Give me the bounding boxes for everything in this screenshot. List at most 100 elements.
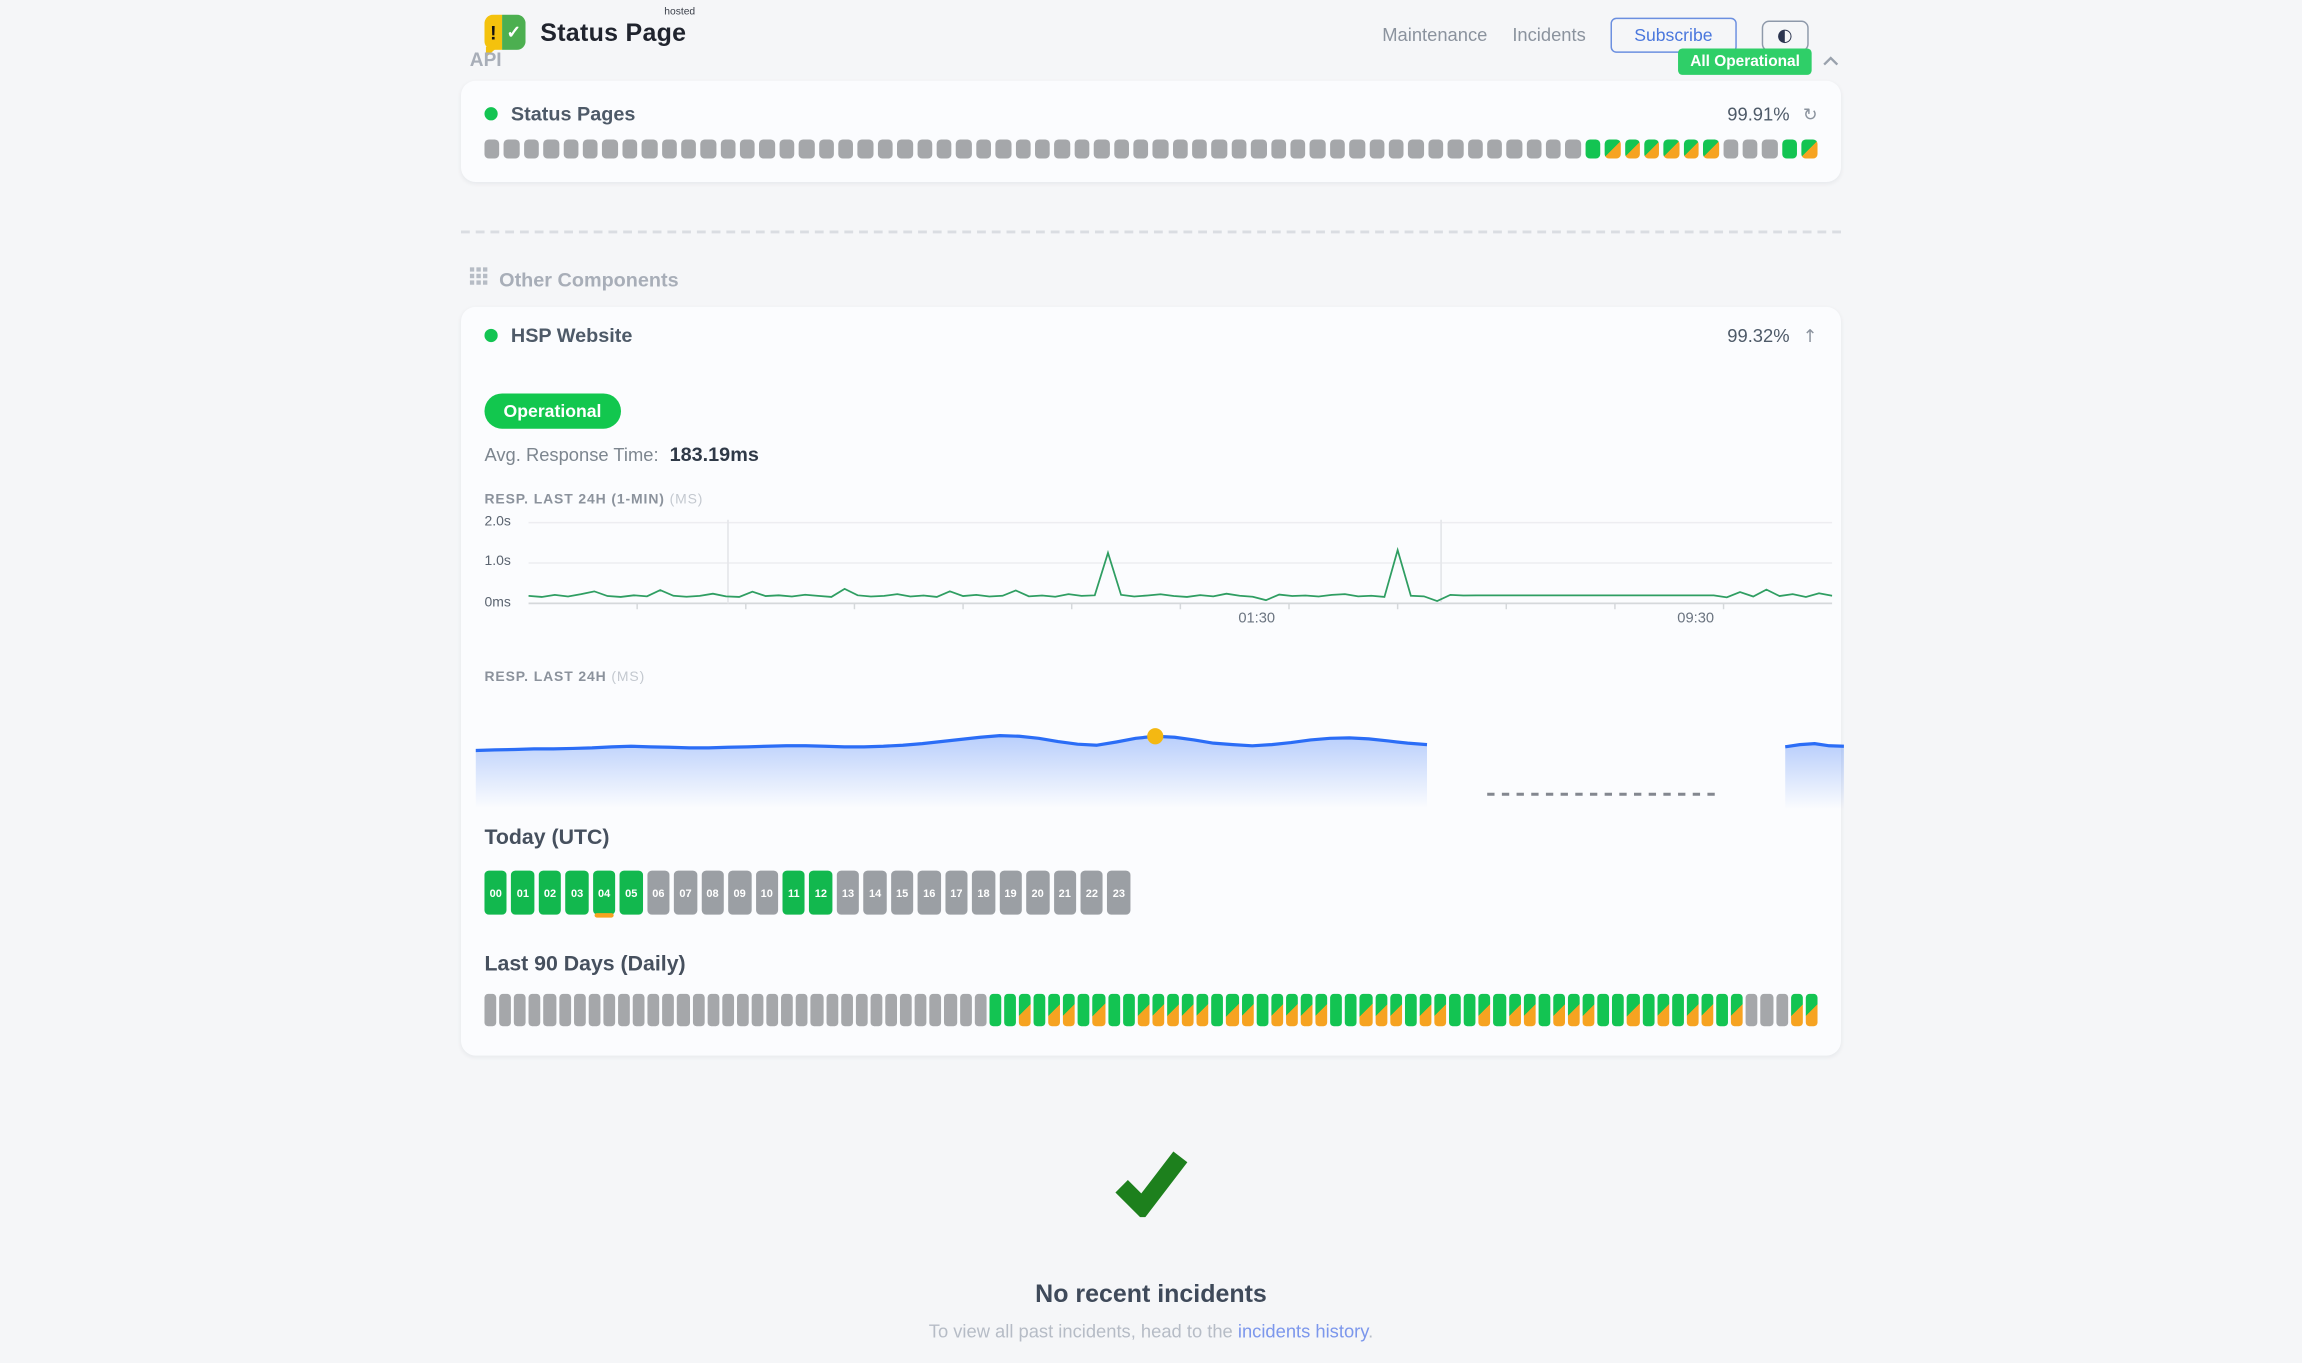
uptime-bar-nodata[interactable] <box>1212 139 1227 158</box>
uptime-bar-nodata[interactable] <box>937 139 952 158</box>
uptime-bar-partial[interactable] <box>1523 994 1535 1026</box>
uptime-bar-partial[interactable] <box>1627 994 1639 1026</box>
hour-block-13[interactable]: 13 <box>837 871 860 915</box>
response-time-line-chart[interactable]: 2.0s 1.0s 0ms 01:30 09:30 <box>484 514 1817 640</box>
uptime-bar-nodata[interactable] <box>752 994 764 1026</box>
overall-status-badge[interactable]: All Operational <box>1679 48 1812 74</box>
uptime-bar-nodata[interactable] <box>766 994 778 1026</box>
uptime-bar-nodata[interactable] <box>740 139 755 158</box>
uptime-bar-up[interactable] <box>1212 994 1224 1026</box>
uptime-bar-partial[interactable] <box>1605 139 1620 158</box>
uptime-bar-partial[interactable] <box>1063 994 1075 1026</box>
uptime-bar-nodata[interactable] <box>543 139 558 158</box>
uptime-bar-nodata[interactable] <box>959 994 971 1026</box>
uptime-bar-nodata[interactable] <box>915 994 927 1026</box>
uptime-bar-partial[interactable] <box>1479 994 1491 1026</box>
uptime-bar-partial[interactable] <box>1241 994 1253 1026</box>
uptime-bar-nodata[interactable] <box>642 139 657 158</box>
uptime-bar-nodata[interactable] <box>692 994 704 1026</box>
uptime-bar-nodata[interactable] <box>677 994 689 1026</box>
uptime-bar-nodata[interactable] <box>930 994 942 1026</box>
uptime-bar-nodata[interactable] <box>799 139 814 158</box>
uptime-bar-nodata[interactable] <box>1015 139 1030 158</box>
uptime-bar-nodata[interactable] <box>1153 139 1168 158</box>
hour-block-05[interactable]: 05 <box>620 871 643 915</box>
uptime-bar-nodata[interactable] <box>796 994 808 1026</box>
uptime-bar-partial[interactable] <box>1791 994 1803 1026</box>
hour-block-20[interactable]: 20 <box>1026 871 1049 915</box>
uptime-bar-partial[interactable] <box>1227 994 1239 1026</box>
uptime-bar-nodata[interactable] <box>974 994 986 1026</box>
hour-block-16[interactable]: 16 <box>918 871 941 915</box>
uptime-bar-partial[interactable] <box>1152 994 1164 1026</box>
hour-block-03[interactable]: 03 <box>566 871 589 915</box>
uptime-bar-nodata[interactable] <box>900 994 912 1026</box>
uptime-bar-nodata[interactable] <box>1761 994 1773 1026</box>
uptime-bar-nodata[interactable] <box>856 994 868 1026</box>
uptime-bar-nodata[interactable] <box>1310 139 1325 158</box>
uptime-bar-partial[interactable] <box>1316 994 1328 1026</box>
uptime-bar-nodata[interactable] <box>1349 139 1364 158</box>
uptime-bar-nodata[interactable] <box>917 139 932 158</box>
hour-block-10[interactable]: 10 <box>755 871 778 915</box>
uptime-bar-partial[interactable] <box>1286 994 1298 1026</box>
uptime-bar-nodata[interactable] <box>544 994 556 1026</box>
uptime-bar-up[interactable] <box>1034 994 1046 1026</box>
uptime-bar-nodata[interactable] <box>484 994 496 1026</box>
uptime-bar-nodata[interactable] <box>1232 139 1247 158</box>
uptime-bar-nodata[interactable] <box>1526 139 1541 158</box>
uptime-bar-up[interactable] <box>1538 994 1550 1026</box>
uptime-bar-partial[interactable] <box>1167 994 1179 1026</box>
uptime-bar-up[interactable] <box>1345 994 1357 1026</box>
uptime-bar-partial[interactable] <box>1434 994 1446 1026</box>
uptime-bar-nodata[interactable] <box>1035 139 1050 158</box>
uptime-bar-partial[interactable] <box>1375 994 1387 1026</box>
uptime-bar-partial[interactable] <box>1568 994 1580 1026</box>
uptime-bar-nodata[interactable] <box>648 994 660 1026</box>
hour-block-12[interactable]: 12 <box>810 871 833 915</box>
uptime-bar-partial[interactable] <box>1644 139 1659 158</box>
uptime-bar-nodata[interactable] <box>1428 139 1443 158</box>
uptime-bar-up[interactable] <box>1782 139 1797 158</box>
uptime-bar-nodata[interactable] <box>720 139 735 158</box>
uptime-bar-partial[interactable] <box>1271 994 1283 1026</box>
uptime-bar-up[interactable] <box>1642 994 1654 1026</box>
hour-block-11[interactable]: 11 <box>782 871 805 915</box>
uptime-bar-partial[interactable] <box>1664 139 1679 158</box>
uptime-bar-partial[interactable] <box>1390 994 1402 1026</box>
uptime-bar-partial[interactable] <box>1657 994 1669 1026</box>
uptime-bar-nodata[interactable] <box>1369 139 1384 158</box>
uptime-bar-nodata[interactable] <box>841 994 853 1026</box>
nav-incidents[interactable]: Incidents <box>1512 25 1585 46</box>
uptime-bar-partial[interactable] <box>1197 994 1209 1026</box>
uptime-bar-nodata[interactable] <box>1094 139 1109 158</box>
uptime-bar-partial[interactable] <box>1583 994 1595 1026</box>
uptime-bar-nodata[interactable] <box>1271 139 1286 158</box>
uptime-bar-nodata[interactable] <box>819 139 834 158</box>
hour-block-21[interactable]: 21 <box>1053 871 1076 915</box>
hour-block-07[interactable]: 07 <box>674 871 697 915</box>
uptime-bar-up[interactable] <box>1256 994 1268 1026</box>
uptime-bar-nodata[interactable] <box>878 139 893 158</box>
collapse-chevron-icon[interactable] <box>1822 56 1840 68</box>
hour-block-15[interactable]: 15 <box>891 871 914 915</box>
uptime-bar-nodata[interactable] <box>811 994 823 1026</box>
hour-block-22[interactable]: 22 <box>1080 871 1103 915</box>
uptime-bar-nodata[interactable] <box>707 994 719 1026</box>
uptime-bar-nodata[interactable] <box>603 994 615 1026</box>
uptime-bar-up[interactable] <box>1585 139 1600 158</box>
uptime-bar-nodata[interactable] <box>1746 994 1758 1026</box>
uptime-bar-nodata[interactable] <box>484 139 499 158</box>
uptime-bar-partial[interactable] <box>1802 139 1817 158</box>
uptime-bar-nodata[interactable] <box>781 994 793 1026</box>
uptime-bar-nodata[interactable] <box>1723 139 1738 158</box>
uptime-bar-up[interactable] <box>1464 994 1476 1026</box>
theme-toggle-button[interactable]: ◐ <box>1761 20 1809 51</box>
uptime-bar-nodata[interactable] <box>559 994 571 1026</box>
hour-block-08[interactable]: 08 <box>701 871 724 915</box>
uptime-bar-nodata[interactable] <box>574 994 586 1026</box>
uptime-bar-nodata[interactable] <box>1762 139 1777 158</box>
uptime-bar-partial[interactable] <box>1701 994 1713 1026</box>
refresh-icon[interactable]: ↻ <box>1803 104 1818 125</box>
uptime-bar-up[interactable] <box>1405 994 1417 1026</box>
